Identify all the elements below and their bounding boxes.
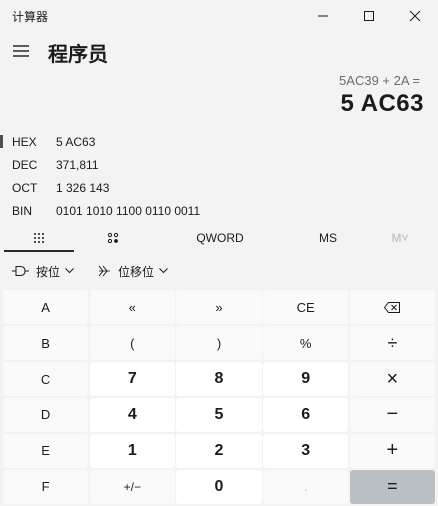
key-clear-entry[interactable]: CE: [263, 290, 349, 325]
key-5[interactable]: 5: [176, 397, 262, 433]
close-icon: [409, 10, 421, 22]
bitshift-dropdown[interactable]: 位移位: [98, 259, 168, 283]
radix-label: DEC: [12, 158, 38, 172]
key-equals[interactable]: =: [349, 469, 435, 504]
result-display: 5 AC63: [340, 90, 424, 117]
active-tab-indicator: [4, 250, 74, 252]
close-button[interactable]: [392, 0, 438, 32]
key-multiply[interactable]: ×: [349, 361, 435, 397]
key-add[interactable]: +: [349, 433, 435, 469]
key-4[interactable]: 4: [89, 397, 175, 433]
bit-shift-icon: [98, 265, 112, 277]
key-subtract[interactable]: −: [349, 397, 435, 433]
key-b[interactable]: B: [3, 325, 89, 361]
key-left-shift[interactable]: «: [89, 290, 175, 325]
chevron-down-icon: [65, 268, 74, 274]
operator-bar: 按位 位移位: [0, 259, 438, 283]
radix-value: 371,811: [56, 158, 99, 172]
key-close-paren[interactable]: ): [176, 325, 262, 361]
key-backspace[interactable]: [349, 290, 435, 325]
key-f[interactable]: F: [3, 469, 89, 504]
key-3[interactable]: 3: [263, 433, 349, 469]
full-keypad-tab[interactable]: [4, 226, 74, 250]
bitwise-dropdown[interactable]: 按位: [12, 259, 74, 283]
radix-label: OCT: [12, 181, 38, 195]
memory-store-button[interactable]: MS: [306, 226, 350, 250]
bitshift-label: 位移位: [118, 264, 155, 279]
key-1[interactable]: 1: [89, 433, 175, 469]
app-title: 计算器: [12, 10, 49, 24]
key-decimal[interactable]: .: [263, 469, 349, 504]
maximize-button[interactable]: [346, 0, 392, 32]
key-2[interactable]: 2: [176, 433, 262, 469]
bit-toggling-keypad-tab[interactable]: [90, 226, 136, 250]
radix-value: 0101 1010 1100 0110 0011: [56, 204, 201, 218]
key-c[interactable]: C: [3, 361, 89, 397]
bit-toggle-icon: [107, 232, 119, 244]
key-right-shift[interactable]: »: [176, 290, 262, 325]
chevron-down-icon: [159, 268, 168, 274]
key-d[interactable]: D: [3, 397, 89, 433]
word-size-button[interactable]: QWORD: [180, 226, 260, 250]
keypad-grid-icon: [34, 233, 44, 243]
key-divide[interactable]: ÷: [349, 325, 435, 361]
keypad: A « » CE B ( ) % ÷ C 7 8 9 × D 4 5 6 − E…: [3, 290, 435, 504]
radix-label: HEX: [12, 135, 37, 149]
key-9[interactable]: 9: [263, 361, 349, 397]
key-negate[interactable]: +/−: [89, 469, 175, 504]
radix-label: BIN: [12, 204, 33, 218]
key-0[interactable]: 0: [176, 469, 262, 504]
radix-row-bin[interactable]: BIN 0101 1010 1100 0110 0011: [0, 200, 438, 222]
key-a[interactable]: A: [3, 290, 89, 325]
radix-row-hex[interactable]: HEX 5 AC63: [0, 131, 438, 153]
key-open-paren[interactable]: (: [89, 325, 175, 361]
keypad-mode-bar: QWORD MS M˅: [0, 226, 438, 252]
key-modulo[interactable]: %: [263, 325, 349, 361]
radix-row-oct[interactable]: OCT 1 326 143: [0, 177, 438, 199]
mode-title: 程序员: [48, 42, 108, 66]
hamburger-icon: [13, 45, 29, 57]
radix-value: 1 326 143: [56, 181, 110, 195]
key-8[interactable]: 8: [176, 361, 262, 397]
selected-indicator: [0, 135, 3, 148]
bitwise-label: 按位: [36, 264, 61, 279]
key-7[interactable]: 7: [89, 361, 175, 397]
expression-display: 5AC39 + 2A =: [339, 73, 420, 88]
key-6[interactable]: 6: [263, 397, 349, 433]
radix-value: 5 AC63: [56, 135, 96, 149]
logic-gate-icon: [12, 265, 30, 277]
radix-row-dec[interactable]: DEC 371,811: [0, 154, 438, 176]
key-e[interactable]: E: [3, 433, 89, 469]
minimize-icon: [318, 15, 328, 17]
navigation-menu-button[interactable]: [8, 38, 34, 64]
backspace-icon: [384, 301, 401, 313]
title-bar: 计算器: [0, 0, 438, 32]
maximize-icon: [364, 11, 374, 21]
memory-dropdown-button[interactable]: M˅: [380, 226, 420, 250]
minimize-button[interactable]: [300, 0, 346, 32]
